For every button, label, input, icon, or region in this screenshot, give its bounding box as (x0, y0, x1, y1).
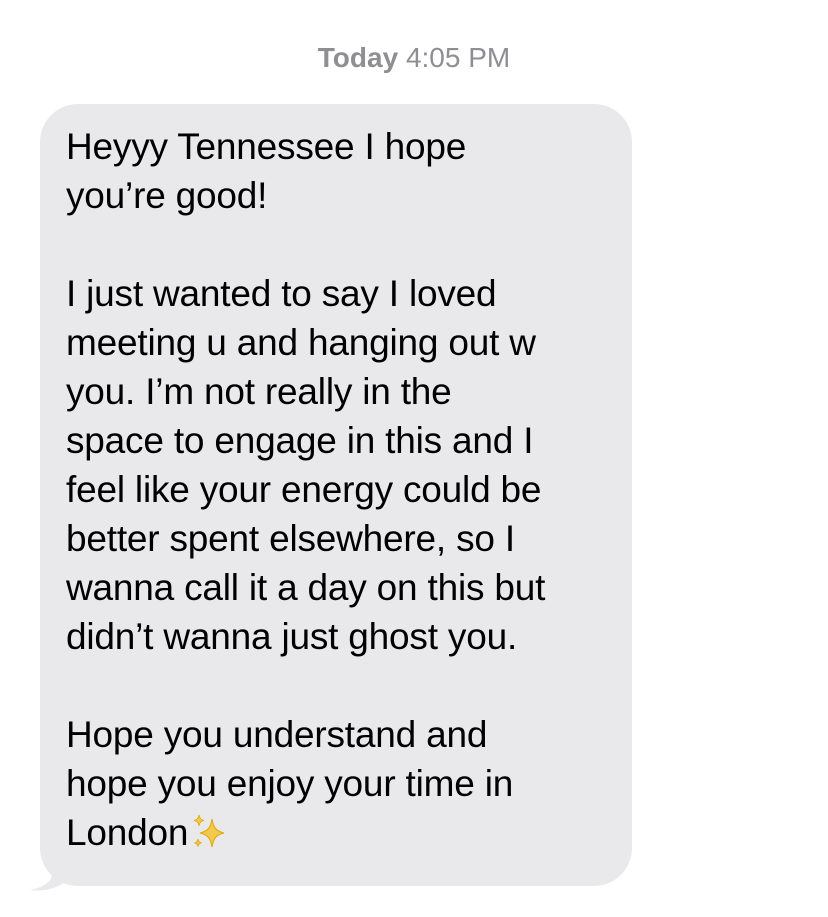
message-timestamp: Today 4:05 PM (0, 38, 828, 78)
timestamp-time: 4:05 PM (405, 42, 511, 73)
sparkles-icon (194, 814, 225, 848)
incoming-message[interactable]: Heyyy Tennessee I hope you’re good! I ju… (30, 104, 632, 891)
message-paragraph: I just wanted to say I loved meeting u a… (66, 273, 546, 657)
message-bubble[interactable]: Heyyy Tennessee I hope you’re good! I ju… (40, 104, 632, 886)
message-paragraph: Hope you understand and hope you enjoy y… (66, 710, 604, 857)
message-paragraph: Heyyy Tennessee I hope you’re good! (66, 126, 467, 216)
timestamp-day: Today (317, 42, 399, 73)
message-last-line-text: Hope you understand and hope you enjoy y… (66, 714, 514, 853)
